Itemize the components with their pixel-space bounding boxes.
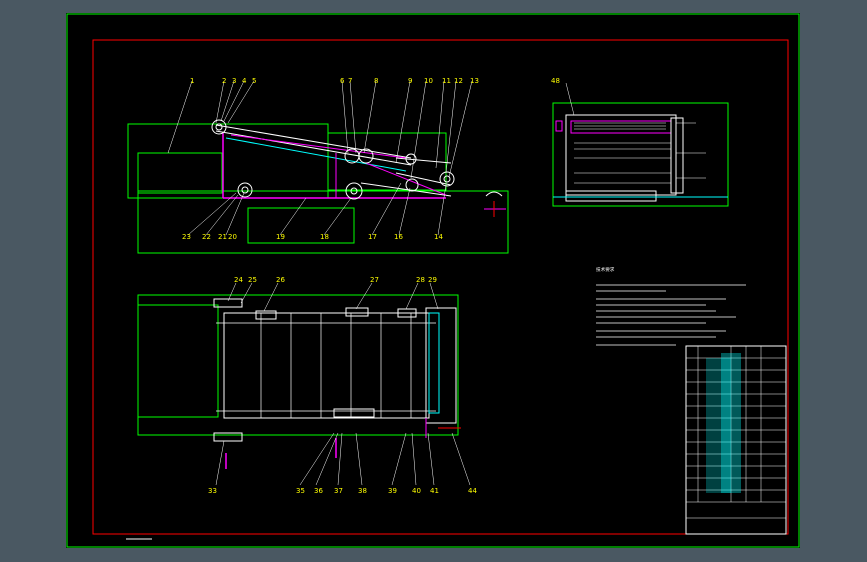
part-label-24: 24 (234, 276, 243, 284)
part-label-3: 3 (232, 77, 236, 85)
notes-heading: 技术要求 (596, 266, 615, 273)
part-label-17: 17 (368, 233, 377, 241)
part-label-26: 26 (276, 276, 285, 284)
part-label-2: 2 (222, 77, 226, 85)
part-label-48: 48 (551, 77, 560, 85)
side-view (552, 82, 729, 207)
part-label-33: 33 (208, 487, 217, 495)
technical-notes: 技术要求 (596, 266, 746, 346)
part-label-38: 38 (358, 487, 367, 495)
part-label-28: 28 (416, 276, 425, 284)
part-label-39: 39 (388, 487, 397, 495)
part-label-18: 18 (320, 233, 329, 241)
part-label-13: 13 (470, 77, 479, 85)
part-label-22: 22 (202, 233, 211, 241)
part-label-35: 35 (296, 487, 305, 495)
part-label-44: 44 (468, 487, 477, 495)
part-label-27: 27 (370, 276, 379, 284)
plan-view (137, 282, 471, 486)
part-label-12: 12 (454, 77, 463, 85)
drawing-sheet: 1 2 3 4 5 6 7 8 9 10 11 12 13 23 22 21 2… (66, 13, 800, 548)
part-label-7: 7 (348, 77, 352, 85)
part-label-23: 23 (182, 233, 191, 241)
cad-drawing: 1 2 3 4 5 6 7 8 9 10 11 12 13 23 22 21 2… (66, 13, 800, 548)
part-label-10: 10 (424, 77, 433, 85)
part-label-36: 36 (314, 487, 323, 495)
part-label-6: 6 (340, 77, 345, 85)
part-label-9: 9 (408, 77, 412, 85)
part-label-1: 1 (190, 77, 194, 85)
part-label-11: 11 (442, 77, 451, 85)
part-label-5: 5 (252, 77, 256, 85)
title-block (685, 345, 787, 535)
inner-border (92, 39, 789, 535)
part-label-16: 16 (394, 233, 403, 241)
part-label-25: 25 (248, 276, 257, 284)
part-label-40: 40 (412, 487, 421, 495)
part-label-14: 14 (434, 233, 443, 241)
part-label-37: 37 (334, 487, 343, 495)
part-label-19: 19 (276, 233, 285, 241)
elevation-view (127, 80, 509, 254)
part-label-8: 8 (374, 77, 378, 85)
part-label-29: 29 (428, 276, 437, 284)
part-label-41: 41 (430, 487, 439, 495)
part-label-4: 4 (242, 77, 247, 85)
part-label-21: 21 (218, 233, 227, 241)
part-label-20: 20 (228, 233, 237, 241)
